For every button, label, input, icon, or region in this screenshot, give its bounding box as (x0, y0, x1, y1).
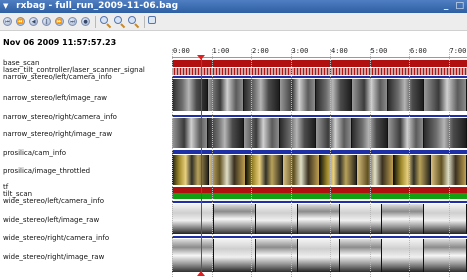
topic-label[interactable]: narrow_stereo/left/camera_info (3, 74, 112, 81)
image-thumbnail[interactable] (214, 239, 256, 272)
image-thumbnail[interactable] (424, 79, 467, 111)
image-thumbnail[interactable] (172, 155, 209, 185)
image-thumbnail[interactable] (424, 118, 467, 148)
time-tick-gridline (172, 49, 173, 277)
thumbnails-toggle-icon[interactable] (148, 16, 160, 28)
image-thumbnail[interactable] (388, 79, 424, 111)
image-thumbnail[interactable] (244, 118, 280, 148)
image-thumbnail[interactable] (208, 118, 244, 148)
image-thumbnail[interactable] (280, 79, 316, 111)
zoom-in-icon[interactable] (100, 16, 112, 29)
image-strip-narrow-left[interactable] (172, 79, 467, 111)
topic-bar-narrow-right-camera-info[interactable] (172, 115, 467, 117)
time-tick-label: 5:00 (370, 47, 388, 55)
time-tick-label: 6:00 (410, 47, 427, 55)
time-tick-gridline (330, 49, 331, 277)
rewind-icon[interactable]: ⏪ (16, 17, 25, 26)
time-tick-label: 7:00 (449, 47, 467, 55)
topic-bar-base-scan[interactable] (172, 60, 467, 67)
time-tick-label: 0:00 (173, 47, 190, 55)
image-thumbnail[interactable] (316, 118, 352, 148)
topic-label[interactable]: wide_stereo/right/camera_info (3, 235, 109, 242)
image-thumbnail[interactable] (298, 204, 340, 234)
topic-label[interactable]: wide_stereo/left/image_raw (3, 217, 99, 224)
image-strip-wide-right[interactable] (172, 239, 467, 272)
topic-label[interactable]: narrow_stereo/right/image_raw (3, 131, 112, 138)
image-thumbnail[interactable] (244, 79, 280, 111)
topic-label[interactable]: wide_stereo/left/camera_info (3, 198, 104, 205)
image-thumbnail[interactable] (214, 204, 256, 234)
image-thumbnail[interactable] (424, 204, 467, 234)
time-tick-label: 2:00 (252, 47, 269, 55)
image-thumbnail[interactable] (382, 204, 424, 234)
topic-bar-narrow-left-camera-info[interactable] (172, 76, 467, 78)
window-menu-icon[interactable]: ▼ (3, 0, 13, 13)
image-strip-prosilica[interactable] (172, 155, 467, 185)
topic-bar-laser-scanner-signal[interactable] (172, 68, 467, 75)
window-titlebar[interactable]: ▼ rxbag - full_run_2009-11-06.bag _ □ (0, 0, 467, 13)
playhead-top-marker[interactable] (197, 55, 205, 60)
image-thumbnail[interactable] (298, 239, 340, 272)
time-tick-gridline (251, 49, 252, 277)
topic-label[interactable]: prosilica/cam_info (3, 150, 66, 157)
toolbar-separator (95, 16, 96, 28)
topic-bar-wide-right-camera-info[interactable] (172, 236, 467, 238)
image-strip-wide-left[interactable] (172, 204, 467, 234)
zoom-reset-icon[interactable] (128, 16, 140, 29)
time-tick-gridline (448, 49, 450, 277)
time-tick-gridline (369, 49, 371, 277)
image-thumbnail[interactable] (172, 79, 208, 111)
time-tick-gridline (409, 49, 410, 277)
skip-to-start-icon[interactable]: ⏮ (3, 17, 12, 26)
image-thumbnail[interactable] (388, 118, 424, 148)
topic-label[interactable]: narrow_stereo/right/camera_info (3, 114, 117, 121)
image-thumbnail[interactable] (172, 118, 208, 148)
toolbar-separator (144, 16, 145, 28)
minimize-icon[interactable]: _ (444, 1, 449, 11)
playhead-bottom-marker[interactable] (197, 271, 205, 276)
window-title: rxbag - full_run_2009-11-06.bag (16, 1, 179, 11)
record-icon[interactable]: ● (81, 17, 90, 26)
topic-bar-tilt-scan[interactable] (172, 193, 467, 199)
image-thumbnail[interactable] (394, 155, 431, 185)
time-tick-label: 3:00 (291, 47, 309, 55)
zoom-out-icon[interactable] (114, 16, 126, 29)
playhead-line[interactable] (201, 58, 202, 275)
pause-icon[interactable]: ‖ (42, 17, 51, 26)
current-timestamp: Nov 06 2009 11:57:57.23 (3, 38, 117, 47)
image-thumbnail[interactable] (209, 155, 246, 185)
image-thumbnail[interactable] (320, 155, 357, 185)
image-thumbnail[interactable] (424, 239, 467, 272)
topic-label[interactable]: prosilica/image_throttled (3, 168, 90, 175)
time-tick-gridline (290, 49, 292, 277)
fast-forward-icon[interactable]: ⏩ (55, 17, 64, 26)
time-tick-label: 4:00 (331, 47, 348, 55)
maximize-icon[interactable]: □ (455, 1, 464, 11)
play-backward-icon[interactable]: ◀ (29, 17, 38, 26)
topic-label[interactable]: narrow_stereo/left/image_raw (3, 95, 107, 102)
image-thumbnail[interactable] (340, 239, 382, 272)
image-thumbnail[interactable] (283, 155, 320, 185)
skip-to-end-icon[interactable]: ⏭ (68, 17, 77, 26)
image-thumbnail[interactable] (172, 239, 214, 272)
image-thumbnail[interactable] (256, 204, 298, 234)
time-tick-label: 1:00 (212, 47, 230, 55)
image-thumbnail[interactable] (256, 239, 298, 272)
topic-bar-wide-left-camera-info[interactable] (172, 201, 467, 203)
image-thumbnail[interactable] (172, 204, 214, 234)
toolbar: ⏮ ⏪ ◀ ‖ ⏩ ⏭ ● (0, 13, 467, 31)
image-thumbnail[interactable] (357, 155, 394, 185)
image-thumbnail[interactable] (316, 79, 352, 111)
topic-bar-prosilica-cam-info[interactable] (172, 150, 467, 154)
image-thumbnail[interactable] (382, 239, 424, 272)
time-tick-gridline (211, 49, 213, 277)
time-ruler-line (172, 57, 467, 58)
image-thumbnail[interactable] (208, 79, 244, 111)
image-strip-narrow-right[interactable] (172, 118, 467, 148)
topic-label[interactable]: wide_stereo/right/image_raw (3, 254, 104, 261)
image-thumbnail[interactable] (280, 118, 316, 148)
image-thumbnail[interactable] (340, 204, 382, 234)
